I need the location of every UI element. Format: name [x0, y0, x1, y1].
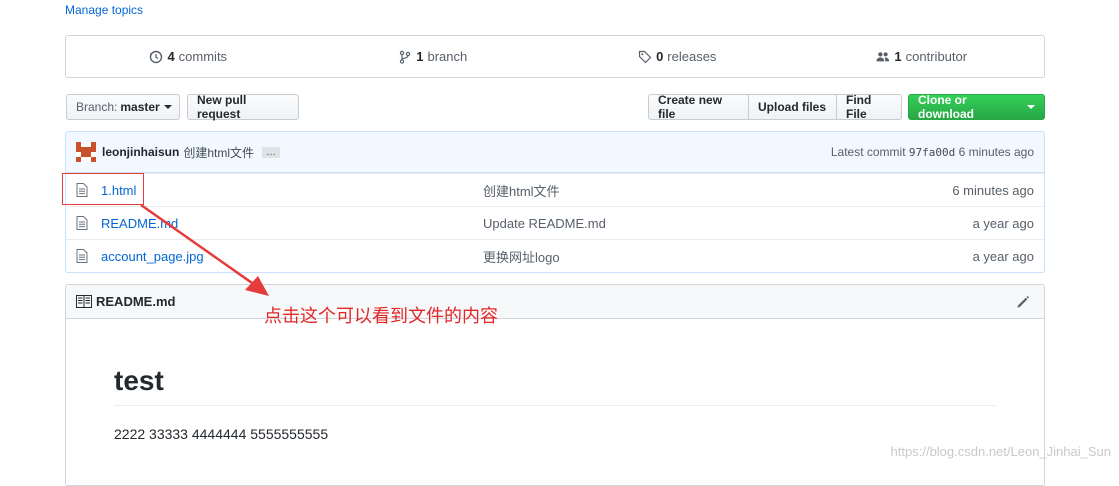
watermark: https://blog.csdn.net/Leon_Jinhai_Sun — [890, 444, 1111, 459]
annotation-arrow-icon — [140, 203, 269, 296]
annotation-text: 点击这个可以看到文件的内容 — [264, 306, 498, 327]
